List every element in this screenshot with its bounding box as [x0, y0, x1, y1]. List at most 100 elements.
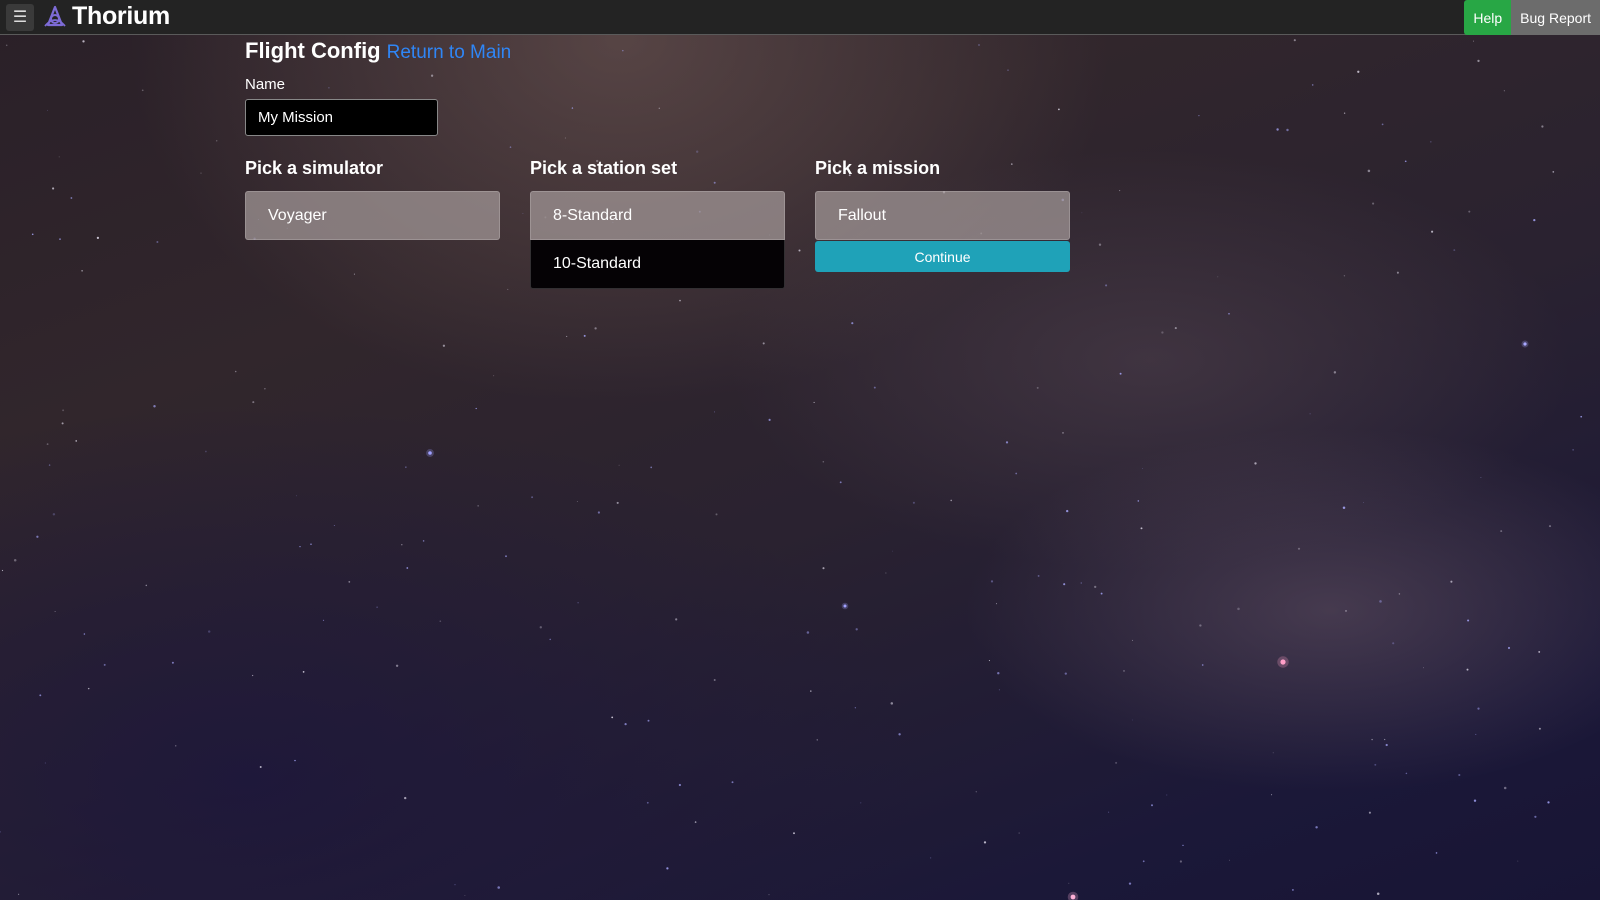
simulator-item-voyager[interactable]: Voyager: [245, 191, 500, 240]
star: [696, 150, 699, 153]
star: [404, 796, 407, 800]
page-title: Flight Config: [245, 38, 381, 63]
star: [1392, 642, 1395, 645]
star: [854, 707, 856, 709]
return-to-main-link[interactable]: Return to Main: [387, 42, 512, 64]
help-button[interactable]: Help: [1464, 0, 1512, 35]
star: [576, 501, 578, 503]
star: [493, 375, 495, 377]
star: [83, 633, 86, 635]
star: [1066, 509, 1069, 513]
star: [873, 386, 876, 389]
star: [1228, 859, 1230, 861]
star: [153, 404, 156, 408]
star: [885, 572, 887, 574]
star: [714, 411, 716, 413]
star: [988, 660, 990, 662]
bug-report-button[interactable]: Bug Report: [1511, 0, 1600, 35]
star: [1198, 114, 1200, 117]
star: [1271, 794, 1273, 796]
star: [1357, 70, 1360, 73]
star: [1480, 476, 1482, 479]
star: [1405, 772, 1408, 775]
star: [1473, 799, 1477, 802]
star: [1272, 752, 1274, 754]
star: [1081, 212, 1083, 214]
bright-star: [1280, 659, 1286, 665]
star: [1291, 888, 1294, 891]
menu-button[interactable]: ☰: [6, 4, 34, 31]
star: [1453, 249, 1456, 252]
star: [1151, 804, 1153, 807]
mission-item-fallout[interactable]: Fallout: [815, 191, 1070, 240]
star: [1472, 40, 1475, 42]
star: [762, 342, 765, 345]
hamburger-menu-icon: ☰: [12, 8, 28, 26]
continue-button[interactable]: Continue: [815, 241, 1070, 272]
simulator-heading: Pick a simulator: [245, 158, 384, 178]
star: [1467, 619, 1470, 622]
star: [302, 671, 305, 673]
star: [1018, 832, 1020, 834]
star: [1475, 733, 1477, 735]
star: [1548, 525, 1552, 528]
star: [1431, 230, 1434, 233]
star: [0, 831, 1, 833]
star: [294, 759, 296, 762]
star: [1132, 719, 1134, 721]
star: [1333, 371, 1337, 374]
star: [322, 619, 325, 622]
star: [507, 288, 509, 290]
star: [1368, 811, 1371, 814]
star: [618, 464, 620, 466]
star: [299, 545, 301, 548]
star: [1342, 506, 1346, 509]
star: [929, 857, 932, 859]
star: [1534, 815, 1537, 818]
star: [1503, 786, 1507, 790]
star: [912, 501, 915, 504]
star: [611, 716, 614, 719]
star: [59, 238, 61, 240]
star: [1507, 646, 1511, 650]
name-label: Name: [245, 76, 286, 93]
star: [505, 555, 507, 558]
bright-star-glow: [1067, 891, 1079, 900]
star: [208, 630, 211, 633]
star: [75, 440, 77, 442]
star: [1036, 386, 1039, 389]
star: [679, 299, 681, 302]
brand-name: Thorium: [72, 2, 170, 30]
star: [624, 722, 627, 726]
star: [1381, 123, 1384, 126]
star: [647, 719, 650, 722]
star: [1166, 794, 1168, 796]
star: [813, 401, 815, 403]
star: [44, 762, 46, 764]
star: [1500, 530, 1503, 533]
star: [860, 802, 862, 804]
station-set-item-8-standard[interactable]: 8-Standard: [530, 191, 785, 240]
star: [950, 499, 953, 502]
star: [405, 466, 407, 468]
star: [1458, 773, 1461, 777]
star: [439, 620, 442, 623]
star: [1293, 39, 1296, 42]
star: [616, 501, 619, 504]
station-set-item-10-standard[interactable]: 10-Standard: [530, 240, 785, 289]
star: [1105, 284, 1108, 287]
mission-name-input[interactable]: [245, 99, 438, 136]
star: [996, 603, 998, 605]
thorium-logo-icon: [44, 5, 66, 27]
star: [1115, 761, 1118, 764]
star: [81, 269, 83, 272]
star: [48, 464, 51, 466]
simulator-column: Pick a simulator Voyager: [245, 158, 500, 289]
brand[interactable]: Thorium: [42, 2, 170, 31]
star: [715, 513, 718, 516]
star: [1286, 128, 1289, 132]
star: [1384, 738, 1386, 741]
star: [18, 893, 20, 895]
star: [1108, 811, 1110, 813]
star: [1311, 84, 1314, 86]
